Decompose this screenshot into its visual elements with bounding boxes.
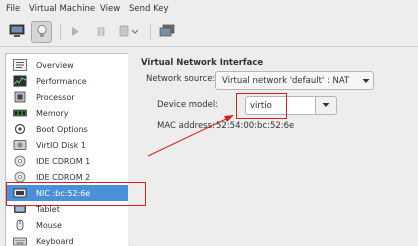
annotation-arrow: [147, 115, 234, 157]
